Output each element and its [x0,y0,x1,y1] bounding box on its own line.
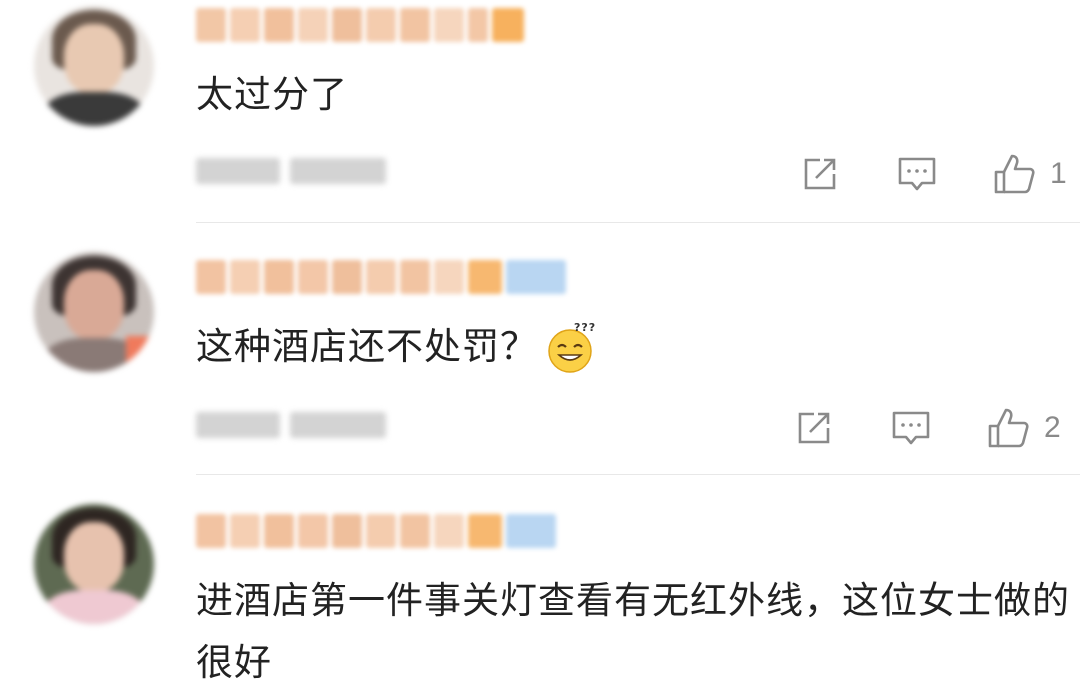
comment-icon [892,411,930,445]
timestamp [196,158,386,184]
share-button[interactable] [800,152,840,196]
comment-meta: 2 [196,406,1080,450]
timestamp [196,412,386,438]
like-button[interactable]: 1 [992,152,1067,196]
thumbs-up-icon [988,408,1029,448]
share-icon [804,158,836,190]
comment-icon [898,157,936,191]
username[interactable] [196,514,556,548]
avatar[interactable] [34,6,154,126]
divider [196,222,1080,223]
username[interactable] [196,8,524,42]
like-count: 1 [1050,157,1067,190]
avatar[interactable] [34,504,154,624]
comment-text: 进酒店第一件事关灯查看有无红外线，这位女士做的很好 [196,579,1070,684]
reply-button[interactable] [890,406,932,450]
svg-text:???: ??? [574,321,596,334]
divider [196,474,1080,475]
avatar[interactable] [34,252,154,372]
share-button[interactable] [794,406,834,450]
reply-button[interactable] [896,152,938,196]
like-count: 2 [1044,411,1061,444]
comment-list: 太过分了 1 这种酒店还不处罚？ ??? 2 进酒店第一件事关灯查看有无红外线，… [0,0,1080,697]
comment-text: 太过分了 [196,73,348,116]
comment-text: 这种酒店还不处罚？ ??? [196,316,1076,378]
username[interactable] [196,260,566,294]
confused-smile-emoji: ??? [546,321,595,373]
comment-meta: 1 [196,152,1080,196]
share-icon [798,412,830,444]
thumbs-up-icon [994,154,1035,194]
like-button[interactable]: 2 [986,406,1061,450]
comment-text-content: 这种酒店还不处罚？ [196,325,538,368]
